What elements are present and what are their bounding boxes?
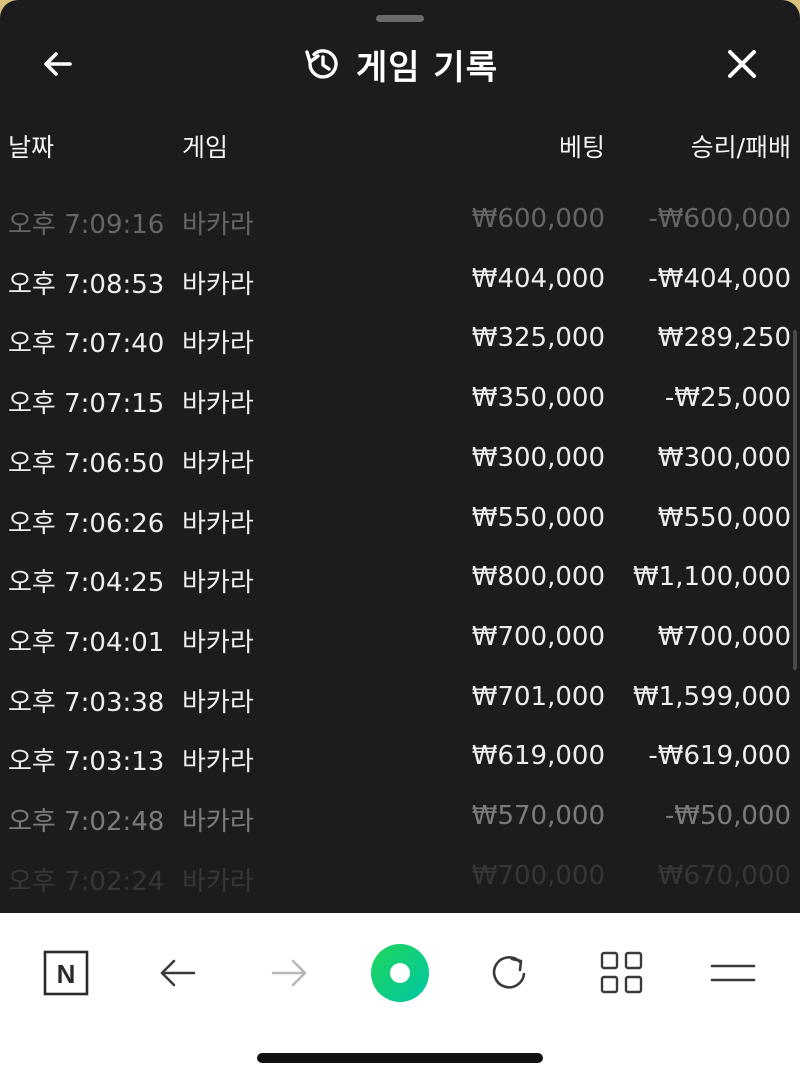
table-row[interactable]: 오후 7:02:48 바카라 ₩570,000 -₩50,000 bbox=[0, 787, 800, 847]
row-result: -₩619,000 bbox=[648, 741, 791, 772]
sheet-grabber[interactable] bbox=[376, 15, 424, 22]
table-row[interactable]: 오후 7:04:01 바카라 ₩700,000 ₩700,000 bbox=[0, 608, 800, 668]
tabs-grid-button[interactable] bbox=[586, 937, 658, 1009]
close-icon bbox=[728, 50, 756, 78]
row-result: -₩25,000 bbox=[664, 383, 791, 414]
table-row[interactable]: 오후 7:07:40 바카라 ₩325,000 ₩289,250 bbox=[0, 309, 800, 369]
naver-home-icon: N bbox=[43, 950, 89, 996]
table-row[interactable]: 오후 7:03:13 바카라 ₩619,000 -₩619,000 bbox=[0, 727, 800, 787]
refresh-icon bbox=[492, 956, 526, 989]
menu-button[interactable] bbox=[697, 937, 769, 1009]
browser-back-button[interactable] bbox=[142, 937, 214, 1009]
browser-forward-button[interactable] bbox=[253, 937, 325, 1009]
row-result: ₩300,000 bbox=[657, 442, 791, 473]
row-result: ₩1,100,000 bbox=[632, 562, 791, 593]
table-row[interactable]: 오후 7:07:15 바카라 ₩350,000 -₩25,000 bbox=[0, 369, 800, 429]
row-result: ₩1,599,000 bbox=[632, 681, 791, 712]
history-icon bbox=[305, 49, 338, 79]
row-result: ₩289,250 bbox=[657, 323, 791, 354]
grid-icon bbox=[600, 951, 643, 994]
row-result: ₩670,000 bbox=[657, 860, 791, 891]
green-dot-icon bbox=[371, 944, 429, 1002]
game-history-sheet: 게임 기록 날짜 게임 베팅 승리/패배 오후 7:09:16 바카라 ₩600,0… bbox=[0, 0, 800, 913]
row-result: ₩700,000 bbox=[657, 621, 791, 652]
column-header-result[interactable]: 승리/패배 bbox=[0, 128, 791, 164]
header-title-group: 게임 기록 bbox=[0, 38, 800, 90]
row-result: -₩600,000 bbox=[648, 204, 791, 234]
browser-toolbar: N bbox=[0, 913, 800, 1080]
row-result: -₩404,000 bbox=[648, 263, 791, 294]
back-arrow-icon bbox=[160, 959, 196, 987]
table-row[interactable]: 오후 7:06:50 바카라 ₩300,000 ₩300,000 bbox=[0, 429, 800, 489]
table-row[interactable]: 오후 7:06:26 바카라 ₩550,000 ₩550,000 bbox=[0, 489, 800, 549]
forward-arrow-icon bbox=[271, 959, 307, 987]
row-result: -₩50,000 bbox=[664, 801, 791, 831]
page-title: 게임 기록 bbox=[356, 47, 498, 88]
row-result: ₩550,000 bbox=[657, 502, 791, 533]
history-list[interactable]: 오후 7:09:16 바카라 ₩600,000 -₩600,000 오후 7:08:53… bbox=[0, 190, 800, 897]
table-row[interactable]: 오후 7:09:16 바카라 ₩600,000 -₩600,000 bbox=[0, 190, 800, 250]
table-row[interactable]: 오후 7:04:25 바카라 ₩800,000 ₩1,100,000 bbox=[0, 548, 800, 608]
menu-icon bbox=[710, 964, 756, 982]
close-button[interactable] bbox=[720, 42, 764, 86]
table-row[interactable]: 오후 7:08:53 바카라 ₩404,000 -₩404,000 bbox=[0, 250, 800, 310]
green-dot-button[interactable] bbox=[364, 937, 436, 1009]
naver-home-label: N bbox=[57, 959, 76, 989]
naver-home-button[interactable]: N bbox=[30, 937, 102, 1009]
table-row[interactable]: 오후 7:03:38 바카라 ₩701,000 ₩1,599,000 bbox=[0, 668, 800, 728]
home-indicator[interactable] bbox=[257, 1053, 543, 1063]
refresh-button[interactable] bbox=[474, 937, 546, 1009]
table-row[interactable]: 오후 7:02:24 바카라 ₩700,000 ₩670,000 bbox=[0, 847, 800, 907]
scrollbar[interactable] bbox=[793, 330, 797, 670]
